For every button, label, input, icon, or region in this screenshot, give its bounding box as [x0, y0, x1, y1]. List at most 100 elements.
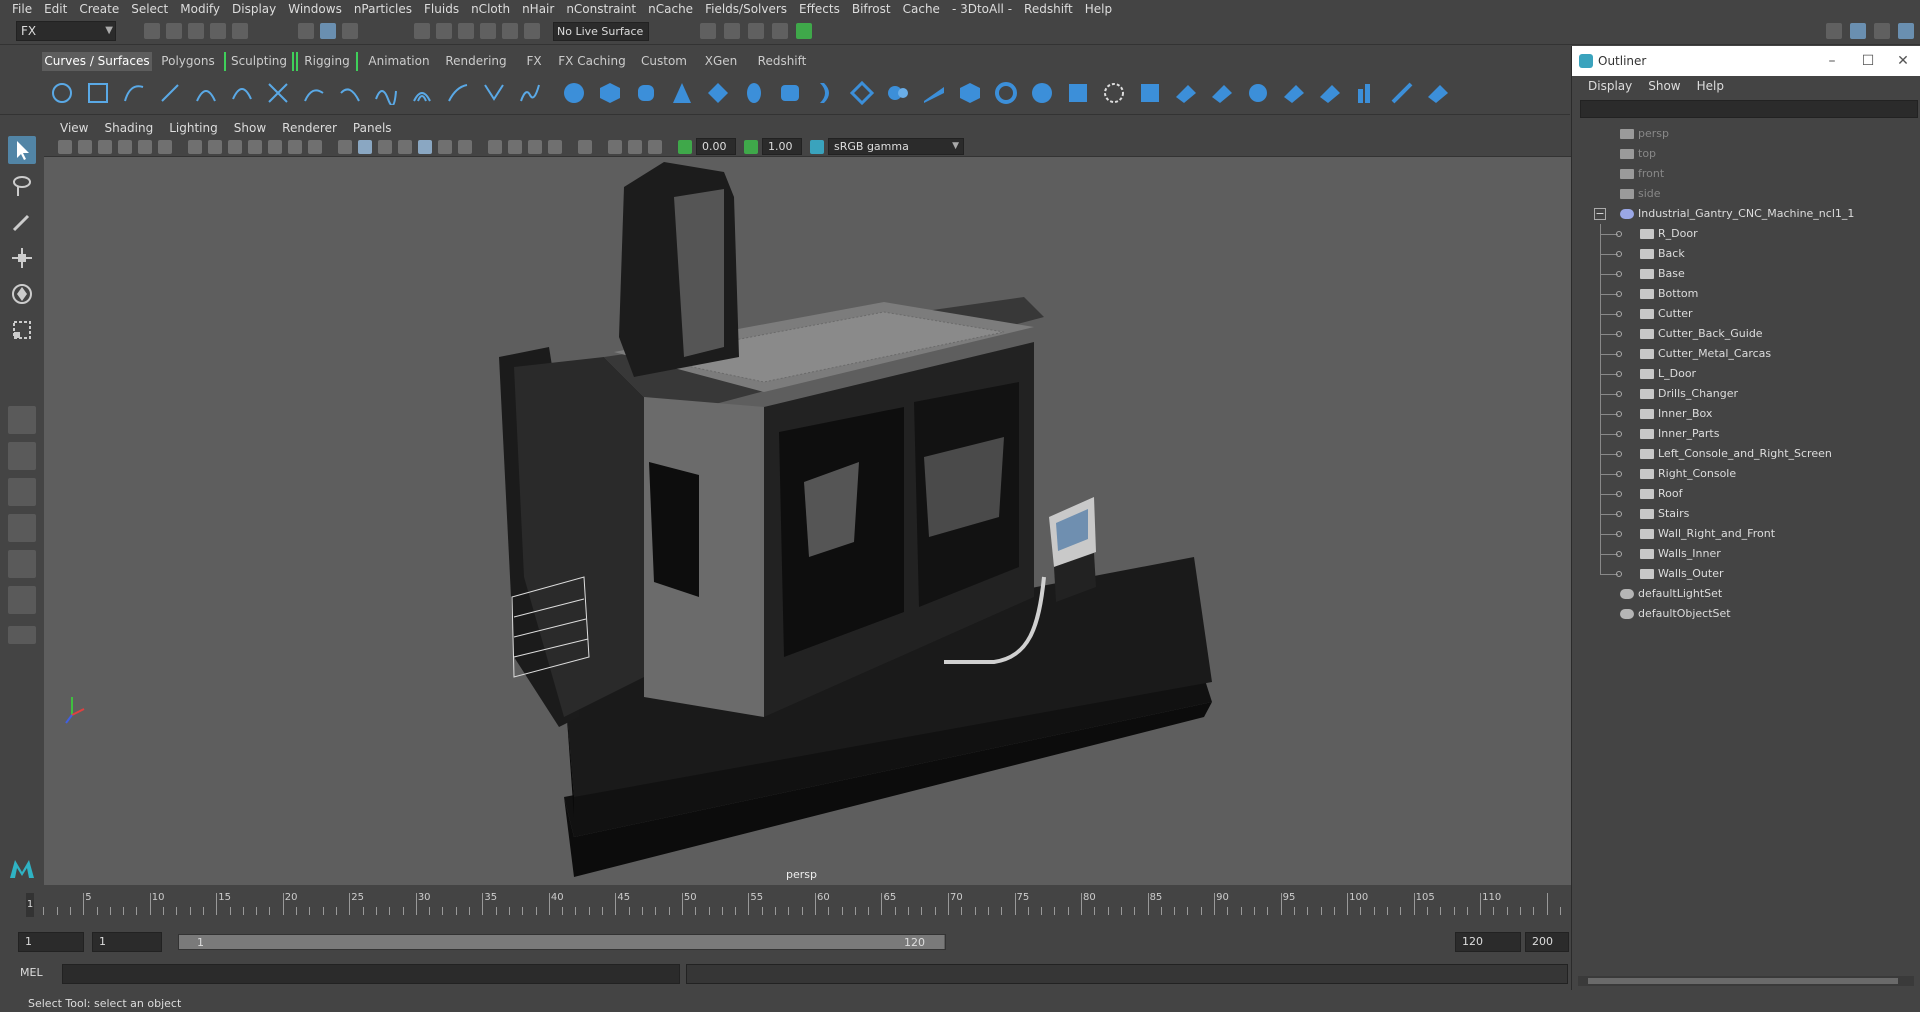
- collapse-icon[interactable]: −: [1594, 208, 1606, 220]
- rotate-tool-icon[interactable]: [8, 280, 36, 308]
- grid-icon[interactable]: [188, 140, 202, 154]
- camera-select-icon[interactable]: [58, 140, 72, 154]
- menu-fluids[interactable]: Fluids: [418, 2, 465, 16]
- menu-effects[interactable]: Effects: [793, 2, 846, 16]
- gamma-icon[interactable]: [744, 140, 758, 154]
- tab-animation[interactable]: Animation: [364, 52, 434, 71]
- minimize-icon[interactable]: –: [1814, 46, 1850, 76]
- paint-select-tool-icon[interactable]: [8, 208, 36, 236]
- textured-icon[interactable]: [418, 140, 432, 154]
- live-surface-field[interactable]: No Live Surface: [553, 22, 649, 41]
- menu-select[interactable]: Select: [125, 2, 174, 16]
- view-transform-dropdown[interactable]: sRGB gamma ▼: [828, 138, 964, 155]
- safe-action-icon[interactable]: [288, 140, 302, 154]
- outliner-item-mesh[interactable]: Roof: [1580, 484, 1910, 504]
- curve-detach-icon[interactable]: [338, 81, 362, 105]
- menu-ncloth[interactable]: nCloth: [465, 2, 516, 16]
- curve-attach-icon[interactable]: [302, 81, 326, 105]
- current-frame-marker[interactable]: 1: [26, 893, 34, 917]
- rebuild-surfaces-icon[interactable]: [1426, 81, 1450, 105]
- pencil-curve-icon[interactable]: [158, 81, 182, 105]
- tab-polygons[interactable]: Polygons: [156, 52, 220, 71]
- close-icon[interactable]: ✕: [1885, 46, 1920, 76]
- nurbs-torus-icon[interactable]: [742, 81, 766, 105]
- image-plane-icon[interactable]: [118, 140, 132, 154]
- lasso-tool-icon[interactable]: [8, 172, 36, 200]
- move-tool-icon[interactable]: [8, 244, 36, 272]
- new-scene-icon[interactable]: [144, 23, 160, 39]
- outliner-search-input[interactable]: [1580, 100, 1918, 118]
- outliner-item-mesh[interactable]: Back: [1580, 244, 1910, 264]
- layout-persp-graph-icon[interactable]: [8, 550, 36, 578]
- nurbs-cylinder-icon[interactable]: [634, 81, 658, 105]
- snap-point-icon[interactable]: [458, 23, 474, 39]
- field-chart-icon[interactable]: [268, 140, 282, 154]
- outliner-item-camera[interactable]: top: [1580, 144, 1910, 164]
- tab-fx[interactable]: FX: [516, 52, 552, 71]
- outliner-item-mesh[interactable]: L_Door: [1580, 364, 1910, 384]
- menu-windows[interactable]: Windows: [282, 2, 348, 16]
- layout-more-icon[interactable]: [8, 626, 36, 644]
- viewport-persp[interactable]: [44, 157, 1571, 885]
- outliner-item-mesh[interactable]: Right_Console: [1580, 464, 1910, 484]
- project-curve-icon[interactable]: [1066, 81, 1090, 105]
- panel-menu-renderer[interactable]: Renderer: [274, 121, 345, 135]
- panel-menu-show[interactable]: Show: [226, 121, 274, 135]
- ambient-occlusion-icon[interactable]: [488, 140, 502, 154]
- panel-menu-view[interactable]: View: [52, 121, 96, 135]
- menu-cache[interactable]: Cache: [897, 2, 946, 16]
- panel-menu-shading[interactable]: Shading: [96, 121, 161, 135]
- outliner-item-mesh[interactable]: Stairs: [1580, 504, 1910, 524]
- two-d-pan-zoom-icon[interactable]: [138, 140, 152, 154]
- menu-ncache[interactable]: nCache: [642, 2, 699, 16]
- camera-attributes-icon[interactable]: [78, 140, 92, 154]
- boundary-icon[interactable]: [994, 81, 1018, 105]
- xray-components-icon[interactable]: [648, 140, 662, 154]
- menu-modify[interactable]: Modify: [174, 2, 226, 16]
- snap-view-plane-icon[interactable]: [480, 23, 496, 39]
- gamma-field[interactable]: 1.00: [762, 138, 802, 155]
- birail-icon[interactable]: [922, 81, 946, 105]
- tab-fx-caching[interactable]: FX Caching: [556, 52, 628, 71]
- xray-icon[interactable]: [608, 140, 622, 154]
- insert-isoparms-icon[interactable]: [1354, 81, 1378, 105]
- outliner-item-mesh[interactable]: Walls_Inner: [1580, 544, 1910, 564]
- outliner-menu-display[interactable]: Display: [1580, 79, 1640, 93]
- gate-mask-icon[interactable]: [248, 140, 262, 154]
- snap-vertex-icon[interactable]: [524, 23, 540, 39]
- outliner-item-camera[interactable]: front: [1580, 164, 1910, 184]
- extend-surfaces-icon[interactable]: [1390, 81, 1414, 105]
- render-settings-icon[interactable]: [700, 23, 716, 39]
- color-management-icon[interactable]: [810, 140, 824, 154]
- outliner-menu-show[interactable]: Show: [1640, 79, 1688, 93]
- anti-aliasing-icon[interactable]: [528, 140, 542, 154]
- untrim-icon[interactable]: [1174, 81, 1198, 105]
- outliner-item-mesh[interactable]: Cutter_Metal_Carcas: [1580, 344, 1910, 364]
- loft-icon[interactable]: [814, 81, 838, 105]
- tab-rendering[interactable]: Rendering: [440, 52, 512, 71]
- save-scene-icon[interactable]: [188, 23, 204, 39]
- script-language-label[interactable]: MEL: [20, 966, 43, 979]
- revolve-icon[interactable]: [778, 81, 802, 105]
- select-tool-icon[interactable]: [8, 136, 36, 164]
- command-input[interactable]: [62, 964, 680, 984]
- outliner-item-mesh[interactable]: Inner_Box: [1580, 404, 1910, 424]
- curve-rebuild-icon[interactable]: [374, 81, 398, 105]
- wireframe-on-shaded-icon[interactable]: [378, 140, 392, 154]
- tab-xgen[interactable]: XGen: [696, 52, 746, 71]
- menu-bifrost[interactable]: Bifrost: [846, 2, 897, 16]
- hypershade-icon[interactable]: [796, 23, 812, 39]
- tab-rigging[interactable]: Rigging: [296, 52, 358, 71]
- film-gate-icon[interactable]: [208, 140, 222, 154]
- menu-redshift[interactable]: Redshift: [1018, 2, 1079, 16]
- safe-title-icon[interactable]: [308, 140, 322, 154]
- ipr-render-icon[interactable]: [772, 23, 788, 39]
- channel-box-icon[interactable]: [1898, 23, 1914, 39]
- menu-nparticles[interactable]: nParticles: [348, 2, 418, 16]
- maximize-icon[interactable]: ☐: [1850, 46, 1886, 76]
- panel-menu-panels[interactable]: Panels: [345, 121, 400, 135]
- snap-grid-icon[interactable]: [414, 23, 430, 39]
- attach-surfaces-icon[interactable]: [1210, 81, 1234, 105]
- select-hierarchy-icon[interactable]: [298, 23, 314, 39]
- attribute-editor-icon[interactable]: [1850, 23, 1866, 39]
